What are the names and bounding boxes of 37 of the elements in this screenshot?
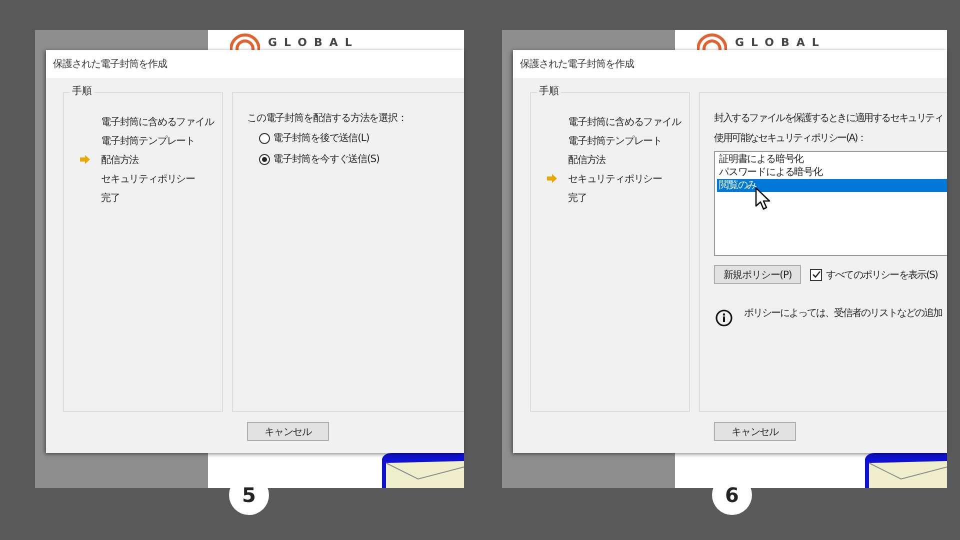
step-label: 電子封筒テンプレート (568, 134, 662, 148)
list-label: 使用可能なセキュリティポリシー(A)： (714, 132, 867, 145)
info-icon (715, 309, 733, 327)
cancel-button[interactable]: キャンセル (247, 422, 329, 441)
cancel-button[interactable]: キャンセル (714, 422, 796, 441)
step-label: 電子封筒に含めるファイル (101, 116, 214, 128)
step-label: 配信方法 (101, 154, 139, 166)
group-label: 手順 (537, 86, 561, 98)
step-label: 配信方法 (568, 154, 606, 166)
list-item[interactable]: 閲覧のみ (717, 179, 947, 192)
radio-button[interactable] (259, 132, 270, 144)
info-text: ポリシーによっては、受信者のリストなどの追加 (744, 306, 942, 320)
step-label: セキュリティポリシー (568, 172, 662, 186)
list-item[interactable]: パスワードによる暗号化 (717, 166, 947, 179)
step-label: 完了 (568, 192, 587, 204)
step-label: 電子封筒に含めるファイル (568, 116, 681, 128)
radio-label[interactable]: 電子封筒を今すぐ送信(S) (273, 152, 380, 166)
step-label: セキュリティポリシー (101, 172, 196, 186)
list-item[interactable]: 証明書による暗号化 (717, 153, 947, 166)
intro-text: 封入するファイルを保護するときに適用するセキュリティ (714, 112, 944, 125)
target-logo-icon (697, 31, 727, 51)
radio-button[interactable] (259, 154, 270, 164)
checkbox-label[interactable]: すべてのポリシーを表示(S) (826, 268, 938, 282)
logo-text: GLOBAL (735, 37, 826, 49)
radio-label[interactable]: 電子封筒を後で送信(L) (273, 131, 370, 145)
target-logo-icon (230, 31, 260, 51)
step-label: 電子封筒テンプレート (101, 134, 196, 148)
cursor-icon (755, 187, 771, 211)
logo-text: GLOBAL (268, 37, 359, 49)
window-title: 保護された電子封筒を作成 (53, 58, 167, 71)
step-label: 完了 (101, 192, 120, 204)
new-policy-button[interactable]: 新規ポリシー(P) (714, 265, 801, 284)
policy-list[interactable]: 証明書による暗号化 パスワードによる暗号化 閲覧のみ (714, 151, 947, 256)
group-label: 手順 (70, 86, 94, 98)
window-title: 保護された電子封筒を作成 (520, 58, 634, 71)
checkbox[interactable] (810, 268, 822, 280)
prompt-text: この電子封筒を配信する方法を選択： (247, 112, 408, 125)
